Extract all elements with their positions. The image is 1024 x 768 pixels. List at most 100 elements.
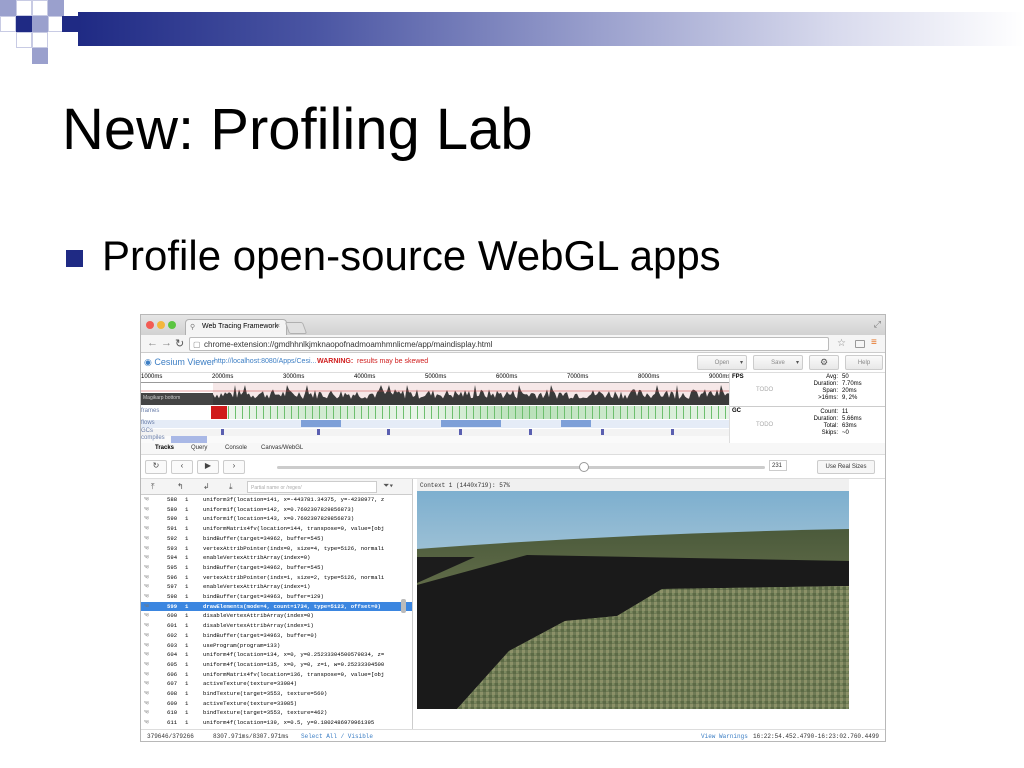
call-row[interactable]: ✎◎ 589 1 uniform1f(location=142, x=0.769230… <box>141 505 412 515</box>
fullscreen-icon[interactable]: ⤢ <box>874 319 881 330</box>
call-row-icons[interactable]: ✎◎ <box>144 535 149 541</box>
call-row-icons[interactable]: ✎◎ <box>144 612 149 618</box>
first-call-icon[interactable]: ⤒ <box>151 482 155 492</box>
flows-track[interactable] <box>141 420 729 428</box>
call-row[interactable]: ✎◎ 595 1 bindBuffer(target=34962, buffer=54… <box>141 563 412 573</box>
back-icon[interactable]: ← <box>147 337 158 349</box>
open-button[interactable]: Open ▾ <box>697 355 747 370</box>
call-row-icons[interactable]: ✎◎ <box>144 680 149 686</box>
tab-tracks[interactable]: Tracks <box>155 445 174 451</box>
menu-icon[interactable]: ≡ <box>871 337 877 348</box>
call-row[interactable]: ✎◎ 605 1 uniform4f(location=135, x=0, y=0, … <box>141 660 412 670</box>
call-row-icons[interactable]: ✎◎ <box>144 496 149 502</box>
call-row-icons[interactable]: ✎◎ <box>144 709 149 715</box>
call-row[interactable]: ✎◎ 603 1 useProgram(program=133) <box>141 641 412 651</box>
call-row-icons[interactable]: ✎◎ <box>144 700 149 706</box>
tab-console[interactable]: Console <box>225 445 247 451</box>
call-row[interactable]: ✎◎ 602 1 bindBuffer(target=34963, buffer=0) <box>141 631 412 641</box>
call-number: 608 <box>167 690 178 697</box>
reset-button[interactable]: ↻ <box>145 460 167 474</box>
call-row-icons[interactable]: ✎◎ <box>144 622 149 628</box>
settings-button[interactable]: ⚙ <box>809 355 839 370</box>
call-row[interactable]: ✎◎ 611 1 uniform4f(location=139, x=0.5, y=0… <box>141 718 412 728</box>
tab-canvas-webgl[interactable]: Canvas/WebGL <box>261 445 303 451</box>
call-row[interactable]: ✎◎ 609 1 activeTexture(texture=33985) <box>141 699 412 709</box>
stat-value: 7.70ms <box>842 381 862 387</box>
call-row-icons[interactable]: ✎◎ <box>144 603 149 609</box>
call-list-scrollbar[interactable] <box>401 599 406 613</box>
forward-icon[interactable]: → <box>161 337 172 349</box>
bookmark-star-icon[interactable]: ☆ <box>837 338 846 349</box>
browser-tab[interactable]: ⚲ Web Tracing Framework × <box>185 319 287 335</box>
call-row-icons[interactable]: ✎◎ <box>144 719 149 725</box>
call-row-icons[interactable]: ✎◎ <box>144 690 149 696</box>
tab-query[interactable]: Query <box>191 445 207 451</box>
frame-slider-thumb[interactable] <box>579 462 589 472</box>
filter-funnel-icon[interactable]: ⏷▾ <box>383 481 393 491</box>
call-row-icons[interactable]: ✎◎ <box>144 506 149 512</box>
call-row-icons[interactable]: ✎◎ <box>144 564 149 570</box>
call-row[interactable]: ✎◎ 596 1 vertexAttribPointer(indx=1, size=2… <box>141 573 412 583</box>
call-row[interactable]: ✎◎ 597 1 enableVertexAttribArray(index=1) <box>141 582 412 592</box>
call-row[interactable]: ✎◎ 610 1 bindTexture(target=3553, texture=4… <box>141 708 412 718</box>
gc-track[interactable] <box>141 429 729 436</box>
previous-button[interactable]: ‹ <box>171 460 193 474</box>
last-call-icon[interactable]: ⤓ <box>229 482 233 492</box>
call-row[interactable]: ✎◎ 604 1 uniform4f(location=134, x=0, y=0.2… <box>141 650 412 660</box>
view-warnings-link[interactable]: View Warnings <box>701 733 748 740</box>
minimize-window-button[interactable] <box>157 321 165 329</box>
call-row-icons[interactable]: ✎◎ <box>144 525 149 531</box>
browser-window: ⚲ Web Tracing Framework × ⤢ ← → ↻ ▢ chro… <box>140 314 886 742</box>
call-row[interactable]: ✎◎ 598 1 bindBuffer(target=34963, buffer=12… <box>141 592 412 602</box>
call-text: uniform1f(location=142, x=0.769230782985… <box>203 505 355 513</box>
compiles-track[interactable] <box>141 436 729 443</box>
save-button[interactable]: Save ▾ <box>753 355 803 370</box>
reload-icon[interactable]: ↻ <box>175 337 184 350</box>
call-row-icons[interactable]: ✎◎ <box>144 515 149 521</box>
ruler-label: 5000ms <box>425 374 447 380</box>
frames-track[interactable] <box>211 406 729 419</box>
step-back-icon[interactable]: ↰ <box>177 482 184 491</box>
call-row-icons[interactable]: ✎◎ <box>144 545 149 551</box>
app-url-link[interactable]: http://localhost:8080/Apps/Cesi... <box>214 358 316 365</box>
call-row[interactable]: ✎◎ 588 1 uniform3f(location=141, x=-443781.… <box>141 495 412 505</box>
call-row[interactable]: ✎◎ 600 1 disableVertexAttribArray(index=0) <box>141 611 412 621</box>
call-row[interactable]: ✎◎ 594 1 enableVertexAttribArray(index=0) <box>141 553 412 563</box>
call-row[interactable]: ✎◎ 591 1 uniformMatrix4fv(location=144, tra… <box>141 524 412 534</box>
call-row-icons[interactable]: ✎◎ <box>144 632 149 638</box>
timeline-panel[interactable]: 1000ms 2000ms 3000ms 4000ms 5000ms 6000ms 7000… <box>141 373 730 443</box>
step-forward-icon[interactable]: ↲ <box>203 482 210 491</box>
new-tab-button[interactable] <box>284 322 308 334</box>
play-button[interactable]: ▶ <box>197 460 219 474</box>
call-row[interactable]: ✎◎ 599 1 drawElements(mode=4, count=1734, t… <box>141 601 412 612</box>
frame-slider-track[interactable] <box>277 466 765 469</box>
call-row-icons[interactable]: ✎◎ <box>144 583 149 589</box>
call-filter-input[interactable]: Partial name or /regex/ <box>247 481 377 493</box>
tab-close-icon[interactable]: × <box>276 323 280 330</box>
close-window-button[interactable] <box>146 321 154 329</box>
call-row[interactable]: ✎◎ 608 1 bindTexture(target=3553, texture=5… <box>141 689 412 699</box>
call-row-icons[interactable]: ✎◎ <box>144 671 149 677</box>
call-row-icons[interactable]: ✎◎ <box>144 661 149 667</box>
call-row-icons[interactable]: ✎◎ <box>144 574 149 580</box>
zoom-window-button[interactable] <box>168 321 176 329</box>
call-row[interactable]: ✎◎ 593 1 vertexAttribPointer(indx=0, size=4… <box>141 544 412 554</box>
frame-number-field[interactable]: 231 <box>769 460 787 471</box>
call-row-icons[interactable]: ✎◎ <box>144 651 149 657</box>
call-row[interactable]: ✎◎ 607 1 activeTexture(texture=33984) <box>141 679 412 689</box>
select-all-link[interactable]: Select All / Visible <box>301 733 373 740</box>
call-row[interactable]: ✎◎ 590 1 uniform1f(location=143, x=0.769230… <box>141 514 412 524</box>
extension-icon[interactable] <box>855 340 865 348</box>
call-row-icons[interactable]: ✎◎ <box>144 593 149 599</box>
use-real-sizes-button[interactable]: Use Real Sizes <box>817 460 875 474</box>
call-row-icons[interactable]: ✎◎ <box>144 642 149 648</box>
help-button[interactable]: Help <box>845 355 883 370</box>
call-row-icons[interactable]: ✎◎ <box>144 554 149 560</box>
stat-key: Duration: <box>813 381 838 387</box>
next-button[interactable]: › <box>223 460 245 474</box>
call-row[interactable]: ✎◎ 601 1 disableVertexAttribArray(index=1) <box>141 621 412 631</box>
address-bar[interactable]: ▢ chrome-extension://gmdhhnlkjmknaopofna… <box>189 337 829 351</box>
call-row[interactable]: ✎◎ 592 1 bindBuffer(target=34962, buffer=54… <box>141 534 412 544</box>
call-row[interactable]: ✎◎ 606 1 uniformMatrix4fv(location=136, tra… <box>141 670 412 680</box>
call-number: 606 <box>167 670 178 678</box>
